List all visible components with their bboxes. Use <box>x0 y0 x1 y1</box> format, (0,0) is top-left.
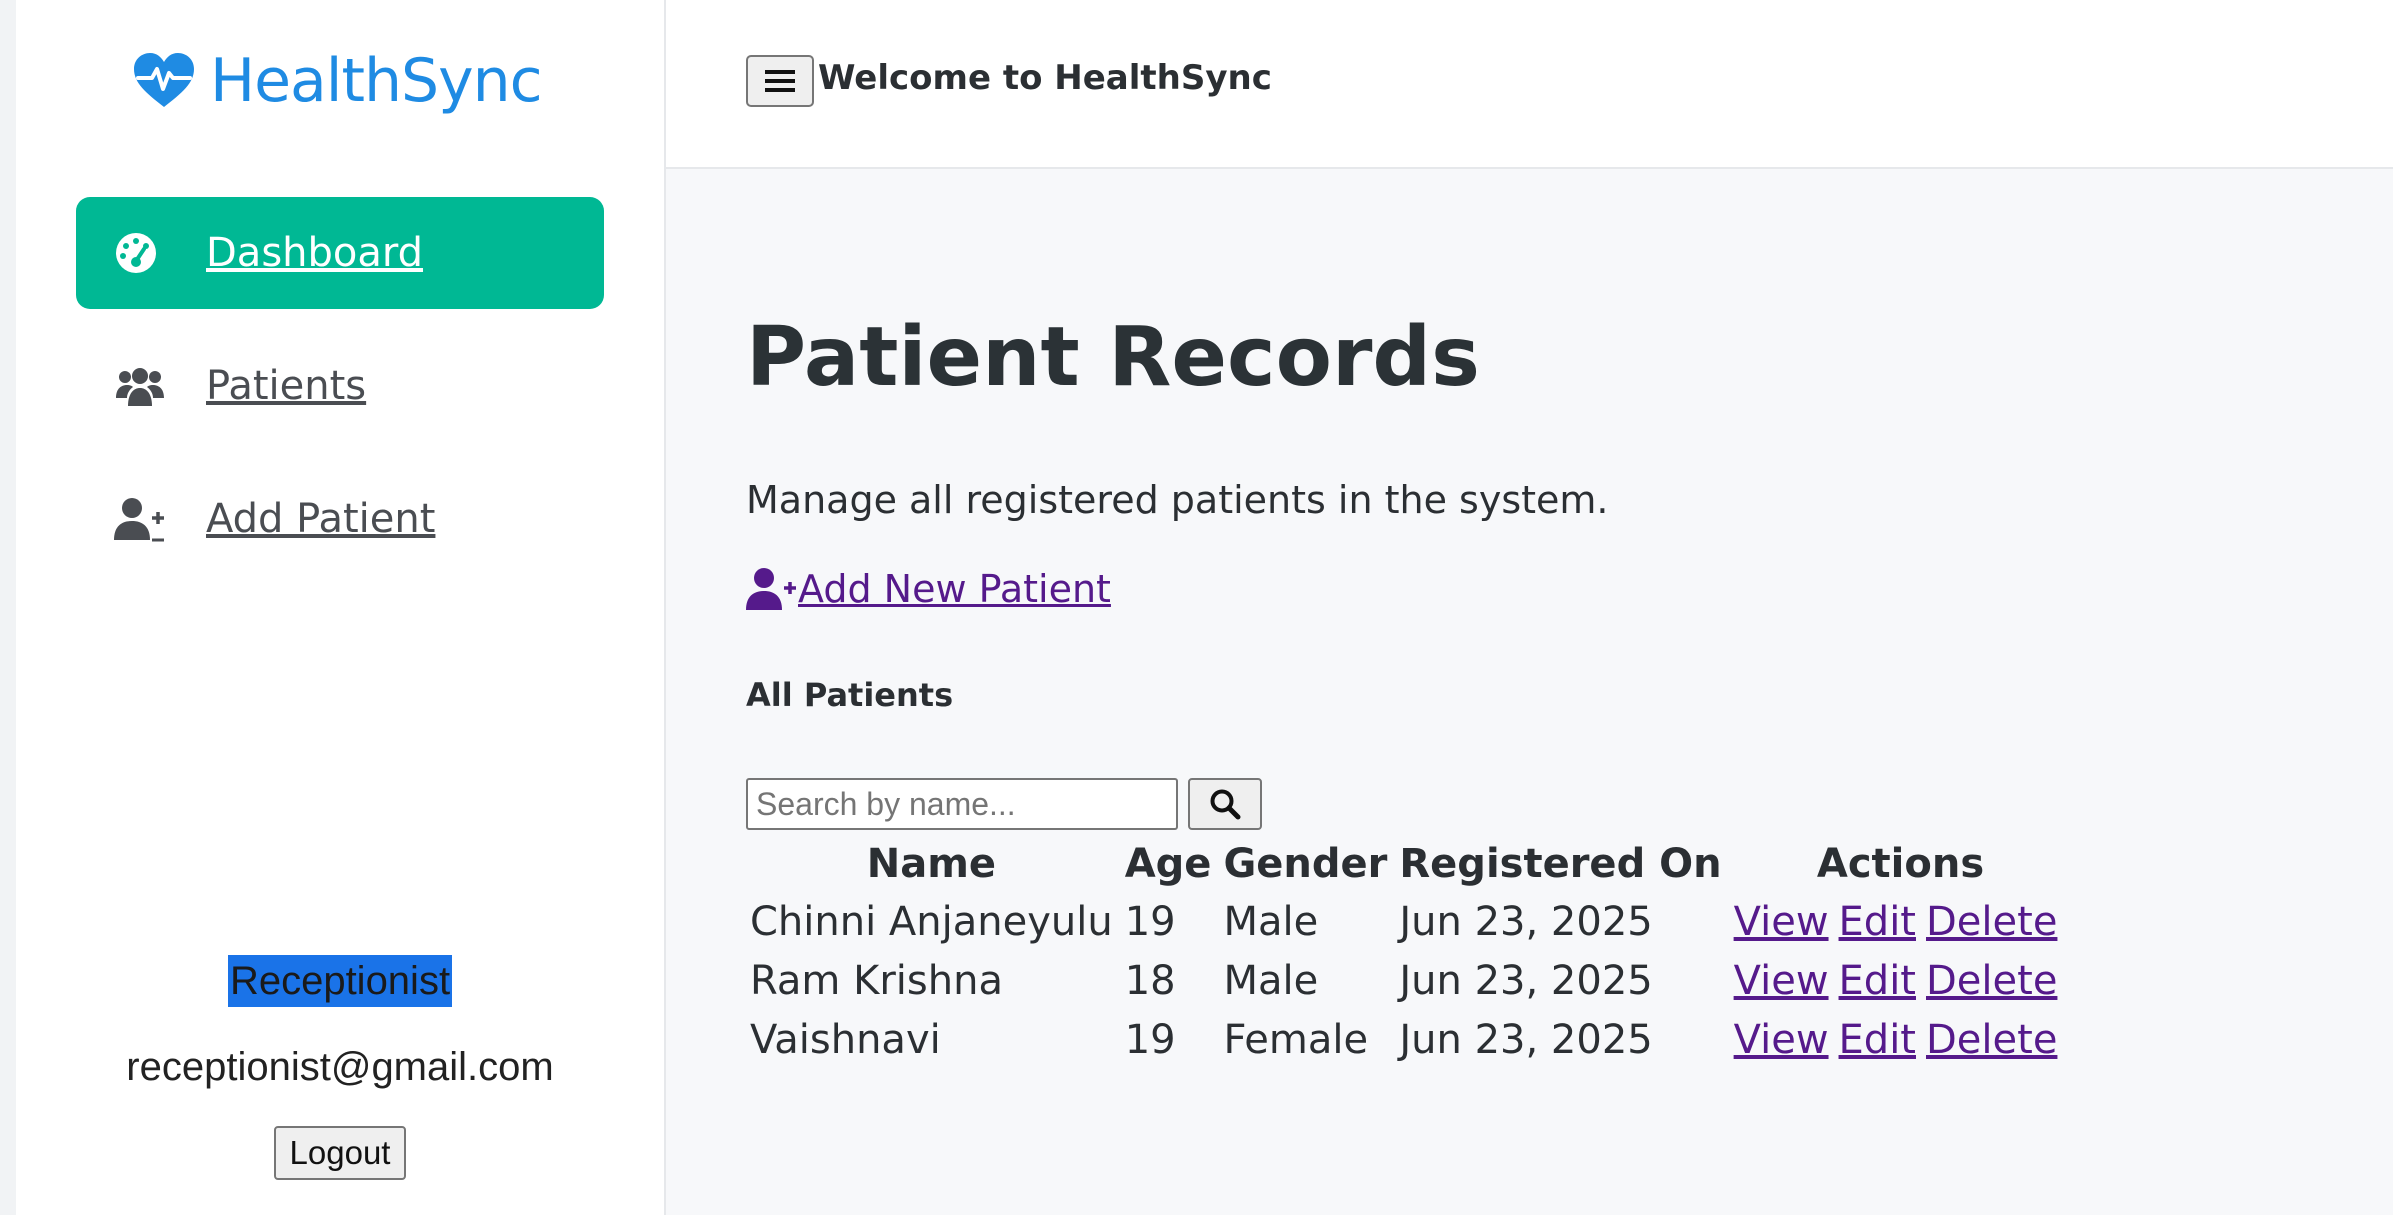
heartbeat-icon <box>134 53 194 107</box>
patient-age: 19 <box>1124 898 1176 945</box>
user-email: receptionist@gmail.com <box>126 1045 554 1089</box>
search-icon <box>1210 789 1241 820</box>
section-title: All Patients <box>746 676 954 714</box>
column-header-age: Age <box>1124 841 1212 887</box>
patient-registered-date: Jun 23, 2025 <box>1399 1016 1653 1063</box>
sidebar-item-dashboard[interactable]: Dashboard <box>76 197 604 309</box>
patient-actions: View Edit Delete <box>1730 951 2072 1010</box>
add-new-patient-link[interactable]: Add New Patient <box>746 566 1111 612</box>
column-header-name: Name <box>866 841 996 887</box>
app-name: HealthSync <box>210 46 543 116</box>
patient-age: 18 <box>1124 957 1176 1004</box>
search-input[interactable] <box>746 778 1178 830</box>
sidebar-item-patients[interactable]: Patients <box>76 330 604 442</box>
patient-registered-date: Jun 23, 2025 <box>1399 898 1653 945</box>
add-new-patient-label: Add New Patient <box>798 567 1111 611</box>
page-title: Patient Records <box>746 310 1480 405</box>
view-link[interactable]: View <box>1734 958 1829 1004</box>
sidebar-item-add-patient[interactable]: Add Patient <box>76 463 604 575</box>
window-left-edge <box>0 0 16 1215</box>
patient-age: 19 <box>1124 1016 1176 1063</box>
patient-gender: Female <box>1223 1016 1369 1063</box>
dashboard-gauge-icon <box>114 228 168 278</box>
user-plus-icon <box>746 568 796 610</box>
column-header-registered-on: Registered On <box>1399 841 1722 887</box>
table-row: Ram Krishna 18 Male Jun 23, 2025 View Edi… <box>746 951 2071 1010</box>
hamburger-menu-icon <box>765 70 795 92</box>
search-button[interactable] <box>1188 778 1262 830</box>
sidebar-nav: Dashboard Patients Add Patient <box>76 197 604 596</box>
edit-link[interactable]: Edit <box>1839 1017 1916 1063</box>
table-row: Vaishnavi 19 Female Jun 23, 2025 View Edi… <box>746 1010 2071 1069</box>
app-logo[interactable]: HealthSync <box>132 46 543 116</box>
patient-gender: Male <box>1223 957 1319 1004</box>
patient-actions: View Edit Delete <box>1730 1010 2072 1069</box>
patient-name: Vaishnavi <box>750 1016 941 1063</box>
delete-link[interactable]: Delete <box>1926 899 2057 945</box>
column-header-actions: Actions <box>1816 841 1985 887</box>
table-row: Chinni Anjaneyulu 19 Male Jun 23, 2025 V… <box>746 892 2071 951</box>
delete-link[interactable]: Delete <box>1926 1017 2057 1063</box>
sidebar-item-label: Patients <box>206 363 367 409</box>
patients-table: Name Age Gender Registered On Actions Ch… <box>742 836 2075 1069</box>
table-header-row: Name Age Gender Registered On Actions <box>746 836 2071 892</box>
users-icon <box>114 361 168 411</box>
header-title: Welcome to HealthSync <box>818 58 1272 98</box>
patient-registered-date: Jun 23, 2025 <box>1399 957 1653 1004</box>
sidebar-item-label: Dashboard <box>206 230 424 276</box>
user-plus-icon <box>114 494 168 544</box>
top-bar: Welcome to HealthSync <box>666 0 2393 169</box>
patient-actions: View Edit Delete <box>1730 892 2072 951</box>
user-role: Receptionist <box>227 955 453 1007</box>
view-link[interactable]: View <box>1734 899 1829 945</box>
delete-link[interactable]: Delete <box>1926 958 2057 1004</box>
logout-button[interactable]: Logout <box>273 1126 407 1180</box>
edit-link[interactable]: Edit <box>1839 899 1916 945</box>
column-header-gender: Gender <box>1223 841 1388 887</box>
edit-link[interactable]: Edit <box>1839 958 1916 1004</box>
patient-gender: Male <box>1223 898 1319 945</box>
patient-name: Chinni Anjaneyulu <box>750 898 1113 945</box>
page-subtitle: Manage all registered patients in the sy… <box>746 478 1609 522</box>
menu-toggle-button[interactable] <box>746 55 814 107</box>
patient-name: Ram Krishna <box>750 957 1003 1004</box>
sidebar-item-label: Add Patient <box>206 496 436 542</box>
user-panel: Receptionist receptionist@gmail.com Logo… <box>16 955 664 1180</box>
view-link[interactable]: View <box>1734 1017 1829 1063</box>
